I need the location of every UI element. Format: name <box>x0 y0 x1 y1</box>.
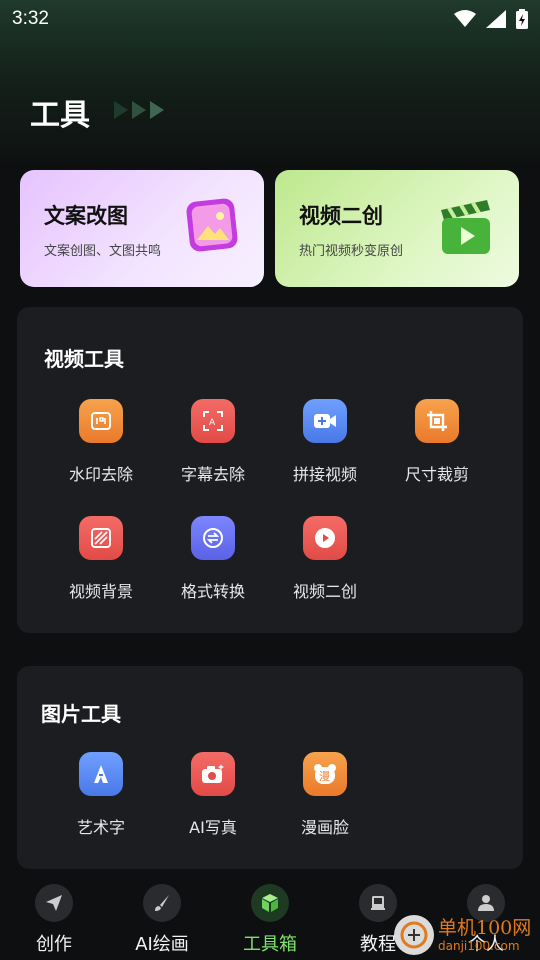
tool-comic-face[interactable]: 漫 漫画脸 <box>269 752 381 838</box>
tool-label: 尺寸裁剪 <box>404 465 469 484</box>
site-watermark: 单机100网 danji100.com <box>394 915 531 955</box>
watermark-url: danji100.com <box>438 938 520 953</box>
watermark-text: 单机100网 danji100.com <box>438 916 532 953</box>
tool-label: 视频背景 <box>68 582 133 601</box>
tool-crop[interactable]: 尺寸裁剪 <box>381 399 493 485</box>
tool-subtitle-removal[interactable]: A 字幕去除 <box>157 399 269 485</box>
nav-item-toolbox[interactable]: 工具箱 <box>216 884 324 956</box>
subtitle-icon: A <box>191 399 235 443</box>
nav-label: AI绘画 <box>135 934 189 955</box>
video-tools-panel: 视频工具 水印去除 A 字幕去除 拼接视频 尺寸裁剪 视频背景 格式转换 视频二… <box>17 307 523 633</box>
tool-label: 格式转换 <box>180 582 245 601</box>
nav-label: 工具箱 <box>243 934 297 955</box>
status-icons <box>454 9 528 29</box>
status-bar: 3:32 <box>0 0 540 38</box>
feature-card-video-remix[interactable]: 视频二创 热门视频秒变原创 <box>275 170 519 287</box>
title-arrows-icon <box>112 99 168 121</box>
tool-art-text[interactable]: 艺术字 <box>45 752 157 838</box>
tool-video-remix[interactable]: 视频二创 <box>269 516 381 602</box>
video-add-icon <box>303 399 347 443</box>
nav-item-create[interactable]: 创作 <box>0 884 108 956</box>
nav-label: 创作 <box>36 934 72 955</box>
tool-video-background[interactable]: 视频背景 <box>45 516 157 602</box>
tool-label: AI写真 <box>189 818 237 837</box>
paper-plane-icon <box>35 884 73 922</box>
cube-icon <box>251 884 289 922</box>
svg-text:A: A <box>209 418 216 428</box>
tool-label: 艺术字 <box>76 818 125 837</box>
image-icon <box>184 196 240 258</box>
feature-card-text-to-image[interactable]: 文案改图 文案创图、文图共鸣 <box>20 170 264 287</box>
art-text-icon <box>79 752 123 796</box>
tool-label: 字幕去除 <box>180 465 245 484</box>
tool-label: 漫画脸 <box>300 818 349 837</box>
comic-face-icon: 漫 <box>303 752 347 796</box>
status-time: 3:32 <box>12 8 49 29</box>
section-title: 视频工具 <box>44 347 124 371</box>
play-icon <box>303 516 347 560</box>
nav-item-ai-painting[interactable]: AI绘画 <box>108 884 216 956</box>
signal-icon <box>486 10 506 28</box>
image-tools-panel: 图片工具 艺术字 AI写真 漫 漫画脸 <box>17 666 523 869</box>
tool-video-merge[interactable]: 拼接视频 <box>269 399 381 485</box>
watermark-name: 单机100网 <box>438 916 532 939</box>
page-title: 工具 <box>30 98 90 133</box>
clapperboard-icon <box>437 196 495 260</box>
convert-icon <box>191 516 235 560</box>
battery-icon <box>516 9 528 29</box>
wifi-icon <box>454 10 476 27</box>
watermark-icon <box>79 399 123 443</box>
tool-ai-portrait[interactable]: AI写真 <box>157 752 269 838</box>
svg-text:漫: 漫 <box>319 769 330 783</box>
crop-icon <box>415 399 459 443</box>
section-title: 图片工具 <box>41 702 121 726</box>
tool-label: 水印去除 <box>68 465 133 484</box>
tool-label: 拼接视频 <box>292 465 357 484</box>
tool-label: 视频二创 <box>292 582 357 601</box>
camera-icon <box>191 752 235 796</box>
book-icon <box>359 884 397 922</box>
brush-icon <box>143 884 181 922</box>
background-icon <box>79 516 123 560</box>
watermark-logo-icon <box>394 915 434 955</box>
nav-label: 教程 <box>360 934 396 955</box>
tool-watermark-removal[interactable]: 水印去除 <box>45 399 157 485</box>
tool-format-convert[interactable]: 格式转换 <box>157 516 269 602</box>
